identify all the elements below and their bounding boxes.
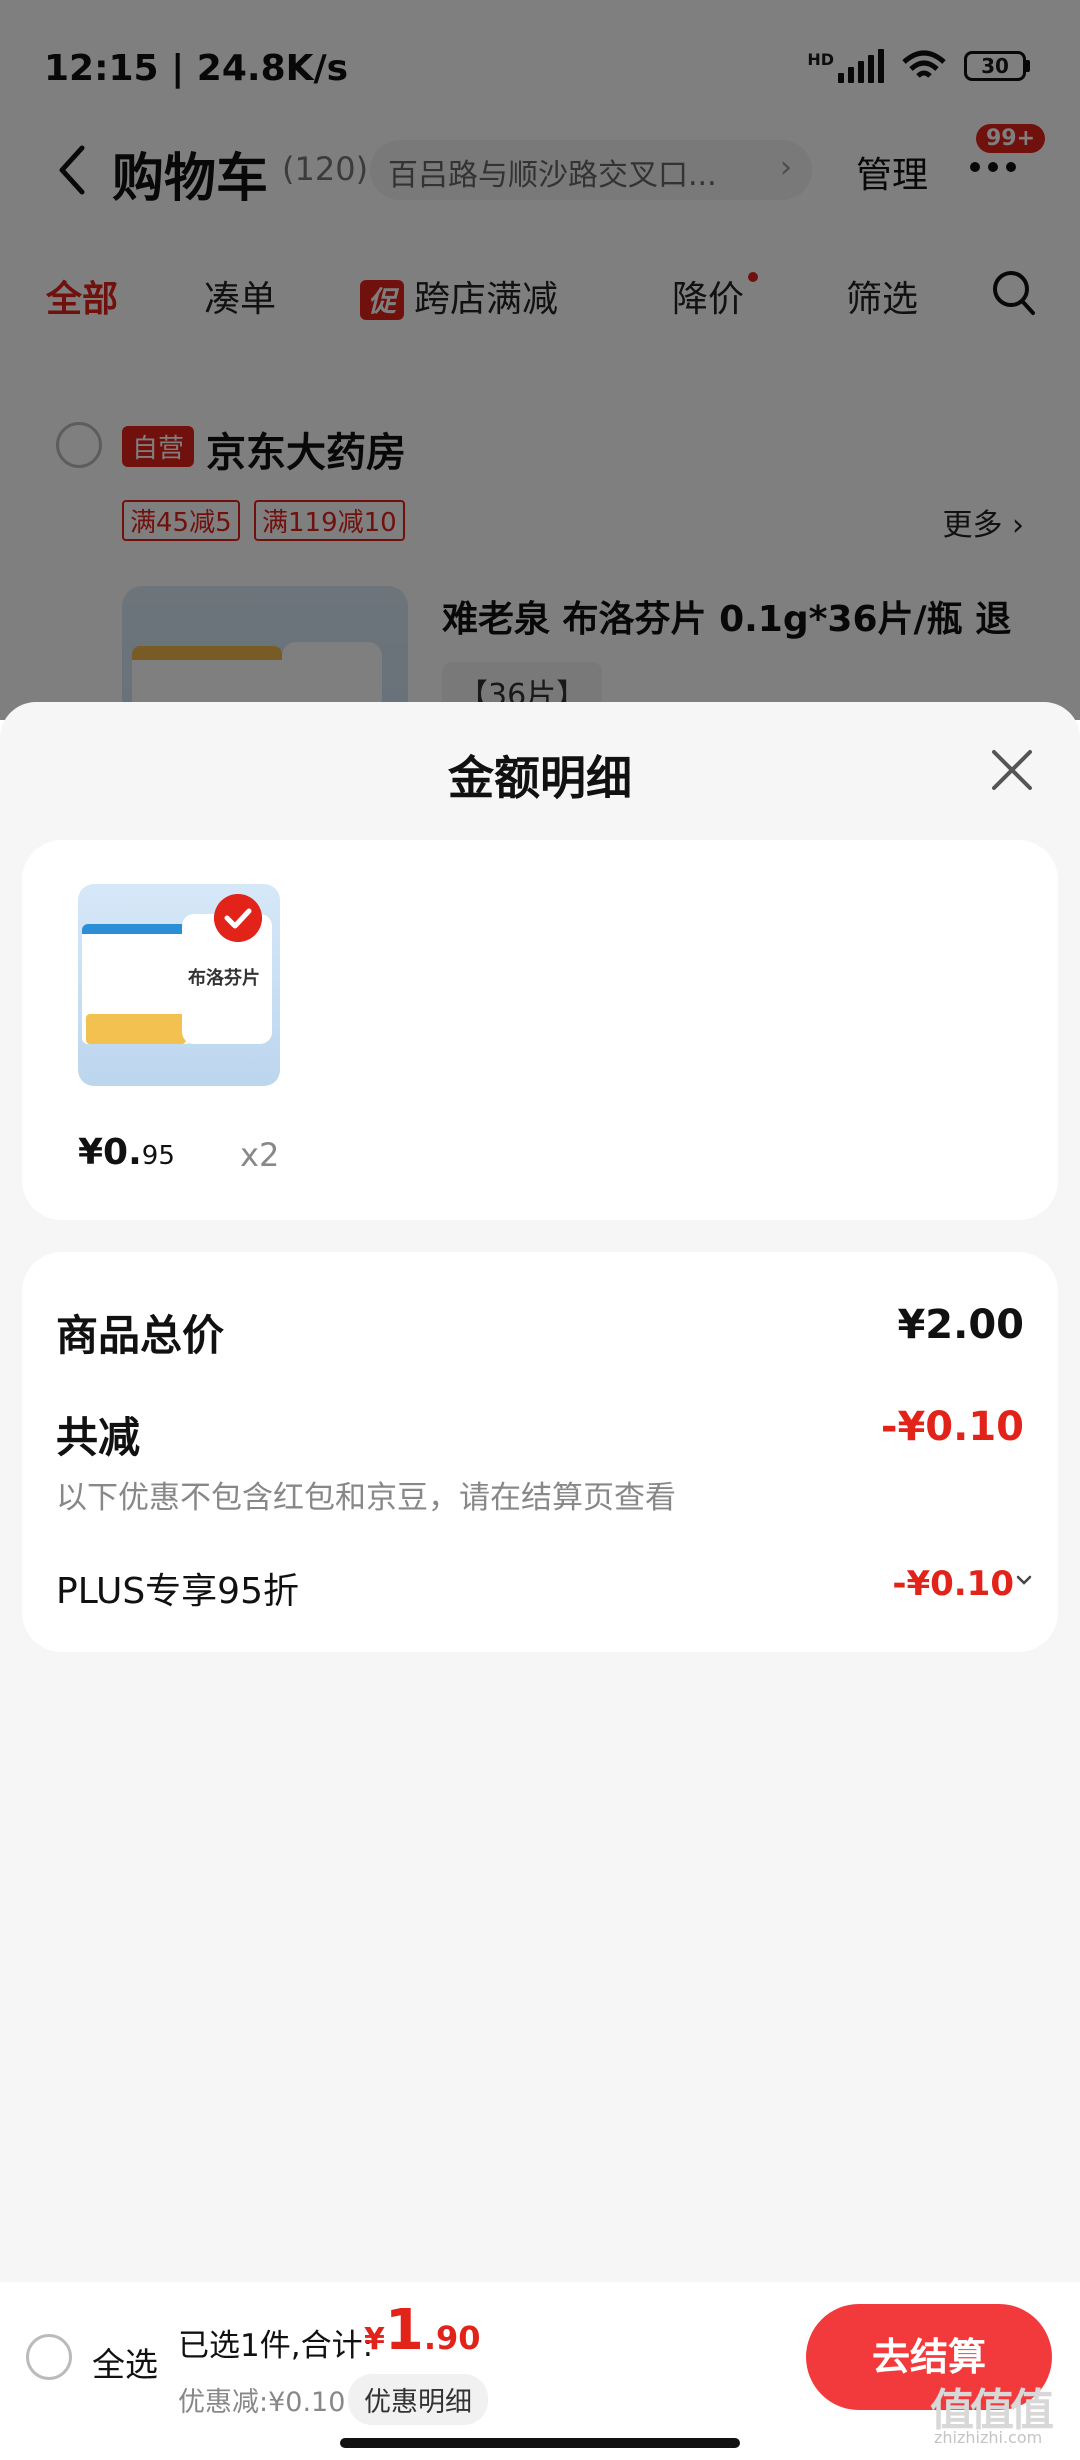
price-summary-card: 商品总价 ¥2.00 共减 -¥0.10 以下优惠不包含红包和京豆，请在结算页查… <box>22 1252 1058 1652</box>
watermark-url: zhizhizhi.com <box>934 2428 1043 2447</box>
total-integer: 1 <box>384 2298 424 2363</box>
item-price-decimal: 95 <box>141 1141 175 1171</box>
chevron-down-icon[interactable] <box>1016 1574 1032 1586</box>
discount-summary: 优惠减:¥0.10 <box>178 2387 346 2418</box>
discount-detail-button[interactable]: 优惠明细 <box>348 2374 488 2425</box>
modal-overlay[interactable] <box>0 0 1080 720</box>
total-price-value: ¥2.00 <box>897 1302 1024 1348</box>
sheet-title: 金额明细 <box>448 751 632 805</box>
select-all-label[interactable]: 全选 <box>92 2338 158 2386</box>
checkmark-icon <box>214 894 262 942</box>
total-amount: ¥1.90 <box>364 2298 481 2363</box>
close-icon[interactable] <box>988 746 1036 794</box>
item-thumb-label: 布洛芬片 <box>188 968 260 989</box>
plus-discount-value[interactable]: -¥0.10 <box>892 1564 1014 1604</box>
checkout-bar: 全选 已选1件,合计: ¥1.90 优惠减:¥0.10 优惠明细 去结算 值值值… <box>0 2282 1080 2460</box>
selected-summary: 已选1件,合计: <box>178 2328 374 2364</box>
total-currency: ¥ <box>364 2322 385 2357</box>
total-price-label: 商品总价 <box>56 1311 225 1360</box>
select-all-radio[interactable] <box>26 2334 72 2380</box>
home-indicator[interactable] <box>340 2438 740 2448</box>
item-price-main: ¥0. <box>78 1132 142 1173</box>
discount-note: 以下优惠不包含红包和京豆，请在结算页查看 <box>56 1480 676 1516</box>
item-quantity: x2 <box>240 1136 280 1174</box>
discount-label: 共减 <box>56 1413 141 1462</box>
discount-value: -¥0.10 <box>880 1404 1024 1450</box>
total-decimal: .90 <box>423 2319 481 2357</box>
selected-items-card: 布洛芬片 ¥0.95 x2 <box>22 840 1058 1220</box>
plus-discount-label[interactable]: PLUS专享95折 <box>56 1562 299 1614</box>
item-price: ¥0.95 <box>78 1132 175 1173</box>
price-detail-sheet: 金额明细 布洛芬片 ¥0.95 x2 商品总价 ¥2.00 共减 -¥0.10 … <box>0 702 1080 2282</box>
